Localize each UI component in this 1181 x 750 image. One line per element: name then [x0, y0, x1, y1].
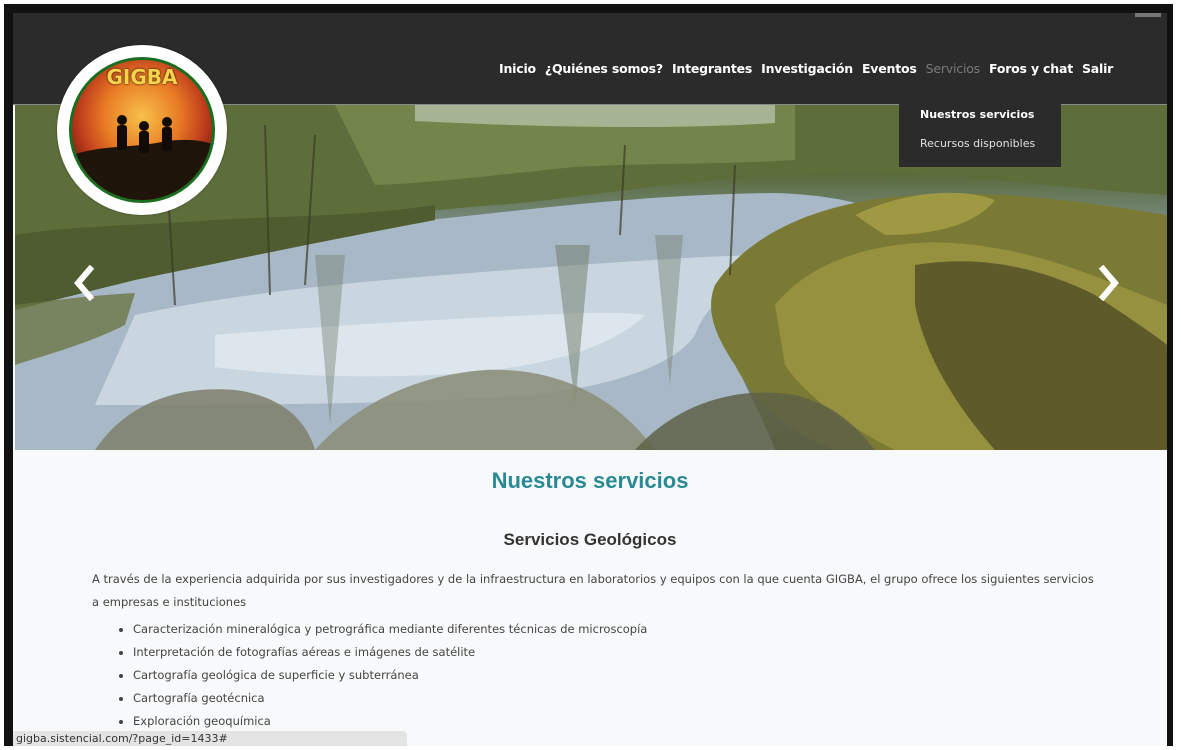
list-item: Exploración geoquímica — [133, 710, 647, 733]
nav-item-eventos[interactable]: Eventos — [862, 61, 917, 76]
dropdown-item-recursos-disponibles[interactable]: Recursos disponibles — [899, 128, 1061, 157]
list-item: Interpretación de fotografías aéreas e i… — [133, 641, 647, 664]
section-heading: Servicios Geológicos — [503, 530, 677, 549]
nav-item-investigacion[interactable]: Investigación — [761, 61, 853, 76]
page: Inicio ¿Quiénes somos? Integrantes Inves… — [13, 13, 1167, 746]
list-item: Cartografía geológica de superficie y su… — [133, 664, 647, 687]
browser-frame: Inicio ¿Quiénes somos? Integrantes Inves… — [4, 4, 1173, 746]
list-item: Caracterización mineralógica y petrográf… — [133, 618, 647, 641]
header-scroll-indicator — [1135, 13, 1161, 17]
nav-item-integrantes[interactable]: Integrantes — [672, 61, 752, 76]
chevron-right-icon[interactable] — [1095, 265, 1123, 301]
site-logo[interactable]: GIGBA — [57, 45, 227, 215]
list-item: Cartografía geotécnica — [133, 687, 647, 710]
logo-title: GIGBA — [106, 65, 178, 89]
nav-item-salir[interactable]: Salir — [1082, 61, 1113, 76]
main-content: Nuestros servicios Servicios Geológicos … — [13, 450, 1167, 746]
status-bar-url: gigba.sistencial.com/?page_id=1433# — [13, 731, 407, 746]
intro-paragraph: A través de la experiencia adquirida por… — [92, 572, 1094, 609]
nav-item-foros-chat[interactable]: Foros y chat — [989, 61, 1073, 76]
nav-item-inicio[interactable]: Inicio — [499, 61, 536, 76]
servicios-dropdown-menu: Nuestros servicios Recursos disponibles — [899, 95, 1061, 167]
page-title: Nuestros servicios — [491, 468, 689, 493]
dropdown-item-nuestros-servicios[interactable]: Nuestros servicios — [899, 99, 1061, 128]
chevron-left-icon[interactable] — [70, 265, 98, 301]
nav-item-quienes-somos[interactable]: ¿Quiénes somos? — [545, 61, 663, 76]
main-nav: Inicio ¿Quiénes somos? Integrantes Inves… — [499, 61, 1122, 76]
services-list: Caracterización mineralógica y petrográf… — [113, 618, 647, 733]
nav-item-servicios[interactable]: Servicios — [926, 61, 981, 76]
